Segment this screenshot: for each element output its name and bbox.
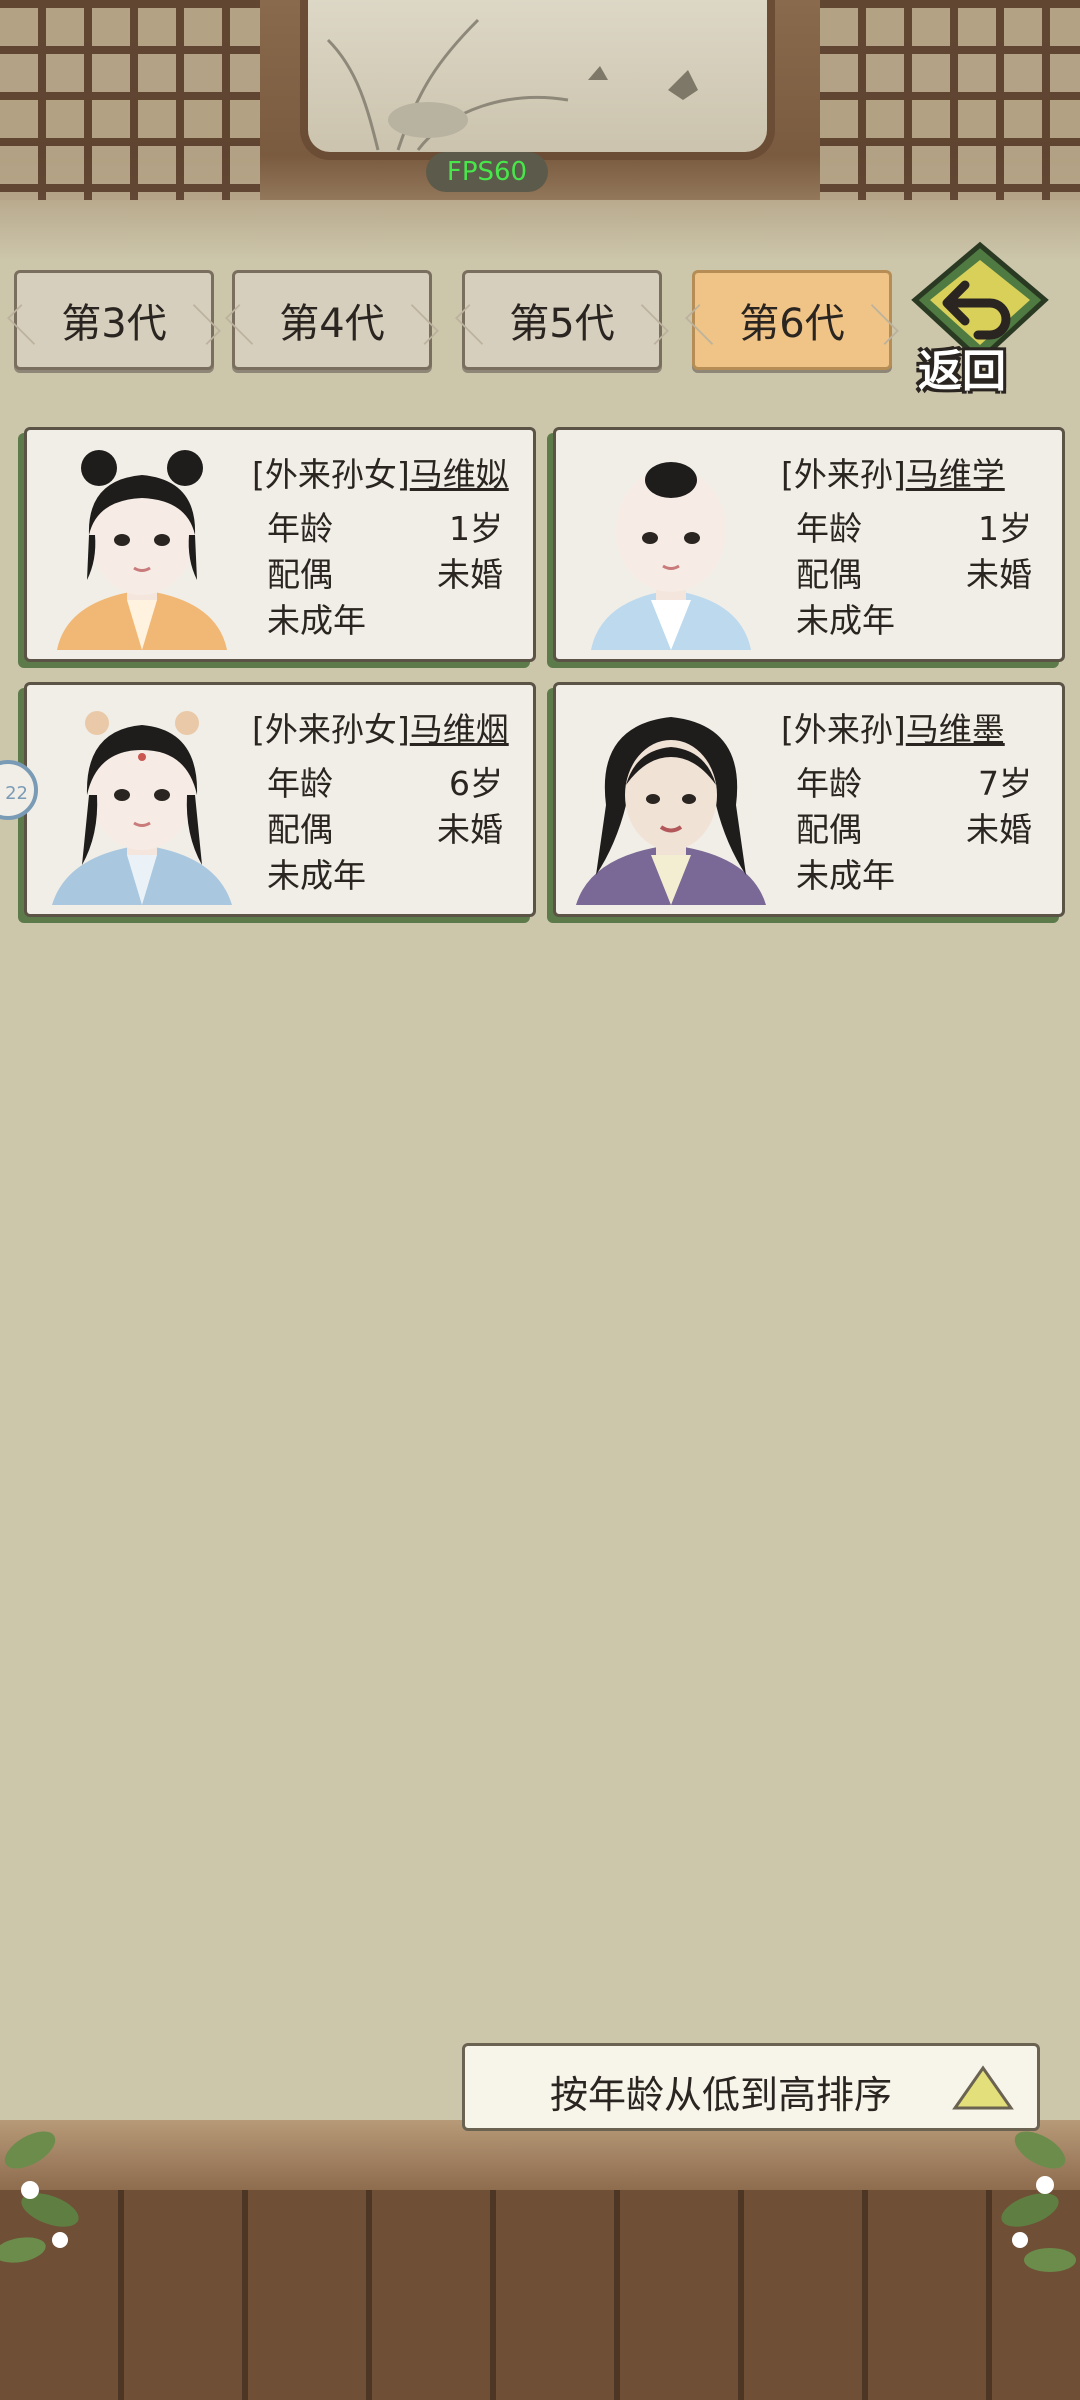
- age-label: 年龄: [796, 764, 862, 803]
- fps-indicator: FPS60: [426, 152, 548, 192]
- spouse-label: 配偶: [267, 810, 333, 849]
- member-title-name[interactable]: [外来孙]马维学: [781, 448, 1005, 496]
- member-title: [外来孙]: [781, 710, 906, 749]
- member-name[interactable]: 马维烟: [410, 710, 509, 749]
- age-value: 7岁: [978, 764, 1032, 803]
- member-name[interactable]: 马维墨: [906, 710, 1005, 749]
- status-text: 未成年: [267, 601, 366, 640]
- age-value: 1岁: [449, 509, 503, 548]
- spouse-value: 未婚: [437, 555, 503, 594]
- flower-plant-right-icon: [1001, 2131, 1076, 2272]
- window-lattice-right: [820, 0, 1080, 230]
- member-card[interactable]: [外来孙]马维学 年龄 1岁 配偶 未婚 未成年: [553, 427, 1065, 662]
- member-title: [外来孙女]: [252, 455, 410, 494]
- member-title-name[interactable]: [外来孙女]马维烟: [252, 703, 509, 751]
- tab-generation-5[interactable]: 第5代: [462, 270, 662, 370]
- tab-generation-3[interactable]: 第3代: [14, 270, 214, 370]
- back-button-label: 返回: [918, 346, 1006, 397]
- tab-generation-6[interactable]: 第6代: [692, 270, 892, 370]
- member-portrait: [591, 462, 751, 650]
- spouse-value: 未婚: [966, 810, 1032, 849]
- status-text: 未成年: [796, 601, 895, 640]
- member-portrait: [576, 717, 766, 905]
- flower-plant-left-icon: [0, 2131, 79, 2263]
- age-value: 1岁: [978, 509, 1032, 548]
- tab-generation-4[interactable]: 第4代: [232, 270, 432, 370]
- sort-button-label: 按年龄从低到高排序: [550, 2073, 893, 2117]
- window-lattice-left: [0, 0, 260, 230]
- member-name[interactable]: 马维姒: [410, 455, 509, 494]
- top-decoration: [0, 0, 1080, 260]
- wooden-floor: [0, 2190, 1080, 2400]
- age-label: 年龄: [267, 764, 333, 803]
- triangle-up-icon: [952, 2065, 1014, 2110]
- status-text: 未成年: [796, 856, 895, 895]
- member-title-name[interactable]: [外来孙女]马维姒: [252, 448, 509, 496]
- spouse-label: 配偶: [267, 555, 333, 594]
- orchid-painting: [300, 0, 775, 160]
- member-title: [外来孙]: [781, 455, 906, 494]
- member-portrait: [57, 450, 227, 650]
- member-name[interactable]: 马维学: [906, 455, 1005, 494]
- spouse-value: 未婚: [437, 810, 503, 849]
- member-title: [外来孙女]: [252, 710, 410, 749]
- spouse-value: 未婚: [966, 555, 1032, 594]
- member-card[interactable]: [外来孙女]马维烟 年龄 6岁 配偶 未婚 未成年: [24, 682, 536, 917]
- sort-by-age-button[interactable]: 按年龄从低到高排序: [462, 2043, 1040, 2131]
- age-value: 6岁: [449, 764, 503, 803]
- spouse-label: 配偶: [796, 555, 862, 594]
- age-label: 年龄: [267, 509, 333, 548]
- member-card[interactable]: [外来孙]马维墨 年龄 7岁 配偶 未婚 未成年: [553, 682, 1065, 917]
- member-title-name[interactable]: [外来孙]马维墨: [781, 703, 1005, 751]
- spouse-label: 配偶: [796, 810, 862, 849]
- age-label: 年龄: [796, 509, 862, 548]
- member-portrait: [52, 711, 232, 905]
- member-card[interactable]: [外来孙女]马维姒 年龄 1岁 配偶 未婚 未成年: [24, 427, 536, 662]
- status-text: 未成年: [267, 856, 366, 895]
